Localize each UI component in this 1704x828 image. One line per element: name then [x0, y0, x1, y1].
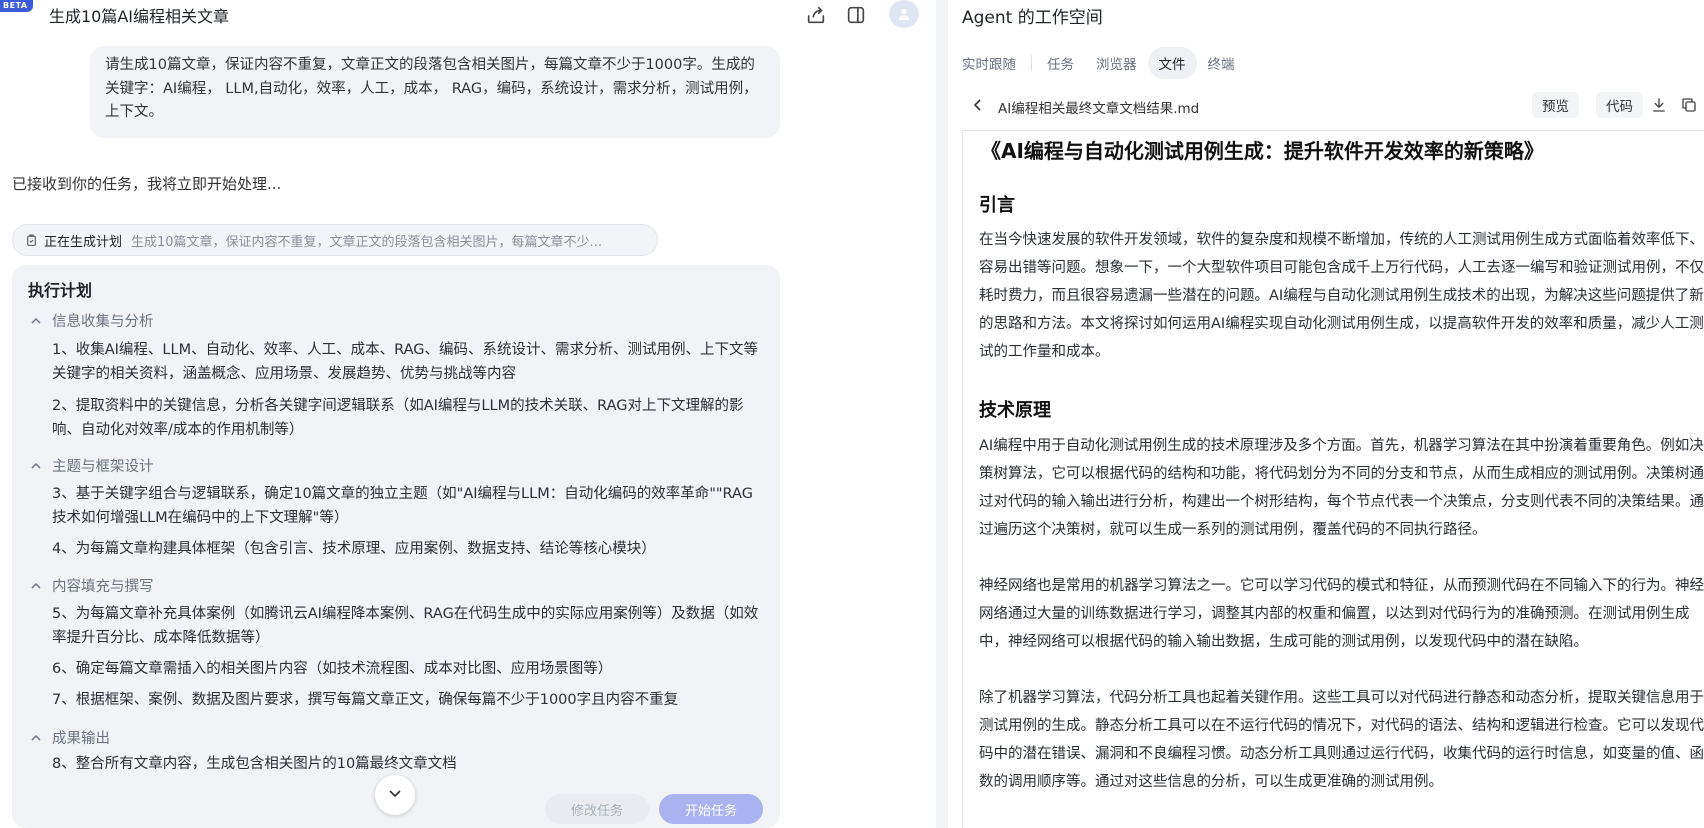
- edit-task-button[interactable]: 修改任务: [545, 794, 649, 824]
- plan-step: 6、确定每篇文章需插入的相关图片内容（如技术流程图、成本对比图、应用场景图等）: [52, 661, 613, 677]
- preview-button[interactable]: 预览: [1532, 92, 1579, 118]
- document-preview: 《AI编程与自动化测试用例生成：提升软件开发效率的新策略》 引言 在当今快速发展…: [962, 130, 1704, 828]
- code-button[interactable]: 代码: [1596, 92, 1643, 118]
- file-toolbar: AI编程相关最终文章文档结果.md 预览 代码: [948, 92, 1704, 120]
- workspace-tabs: 实时跟随 任务 浏览器 文件 终端: [962, 47, 1246, 79]
- phase-header-output[interactable]: 成果输出: [30, 727, 110, 748]
- paragraph-intro: 在当今快速发展的软件开发领域，软件的复杂度和规模不断增加，传统的人工测试用例生成…: [979, 232, 1704, 360]
- phase-title: 主题与框架设计: [52, 459, 154, 475]
- agent-workspace-panel: Agent 的工作空间 实时跟随 任务 浏览器 文件 终端 AI编程相关最终文章…: [948, 0, 1704, 828]
- plan-step: 4、为每篇文章构建具体框架（包含引言、技术原理、应用案例、数据支持、结论等核心模…: [52, 541, 656, 557]
- phase-title: 成果输出: [52, 731, 110, 747]
- chevron-up-icon: [30, 315, 42, 327]
- clipboard-check-icon: [25, 234, 38, 247]
- heading-intro: 引言: [979, 195, 1015, 216]
- tab-browser[interactable]: 浏览器: [1085, 47, 1148, 79]
- chevron-up-icon: [30, 460, 42, 472]
- plan-step: 2、提取资料中的关键信息，分析各关键字间逻辑联系（如AI编程与LLM的技术关联、…: [52, 398, 744, 438]
- phase-header-framework-design[interactable]: 主题与框架设计: [30, 455, 154, 476]
- phase-header-info-collection[interactable]: 信息收集与分析: [30, 310, 154, 331]
- back-arrow-icon[interactable]: [970, 97, 986, 113]
- paragraph-tech-1: AI编程中用于自动化测试用例生成的技术原理涉及多个方面。首先，机器学习算法在其中…: [979, 438, 1704, 538]
- file-name: AI编程相关最终文章文档结果.md: [998, 101, 1200, 117]
- share-icon[interactable]: [805, 4, 827, 26]
- chat-panel: BETA 生成10篇AI编程相关文章 请生成10篇文章，保证内容不重复，文章正文…: [0, 0, 936, 828]
- phase-title: 内容填充与撰写: [52, 579, 154, 595]
- tab-separator: [1031, 55, 1032, 71]
- plan-step: 7、根据框架、案例、数据及图片要求，撰写每篇文章正文，确保每篇不少于1000字且…: [52, 692, 679, 708]
- toggle-panel-icon[interactable]: [845, 4, 867, 26]
- chevron-up-icon: [30, 580, 42, 592]
- tab-tasks[interactable]: 任务: [1036, 47, 1085, 79]
- chevron-down-icon: [387, 785, 403, 805]
- pane-divider[interactable]: [936, 0, 948, 828]
- download-icon[interactable]: [1650, 96, 1668, 114]
- start-task-button[interactable]: 开始任务: [659, 794, 763, 824]
- phase-title: 信息收集与分析: [52, 314, 154, 330]
- plan-step: 8、整合所有文章内容，生成包含相关图片的10篇最终文章文档: [52, 756, 457, 772]
- copy-icon[interactable]: [1680, 96, 1698, 114]
- user-message: 请生成10篇文章，保证内容不重复，文章正文的段落包含相关图片，每篇文章不少于10…: [90, 46, 780, 138]
- paragraph-tech-2: 神经网络也是常用的机器学习算法之一。它可以学习代码的模式和特征，从而预测代码在不…: [979, 578, 1704, 650]
- plan-step: 5、为每篇文章补充具体案例（如腾讯云AI编程降本案例、RAG在代码生成中的实际应…: [52, 606, 759, 646]
- scroll-down-button[interactable]: [375, 775, 415, 815]
- paragraph-tech-3: 除了机器学习算法，代码分析工具也起着关键作用。这些工具可以对代码进行静态和动态分…: [979, 690, 1704, 790]
- plan-title: 执行计划: [28, 281, 93, 300]
- plan-step: 1、收集AI编程、LLM、自动化、效率、人工、成本、RAG、编码、系统设计、需求…: [52, 342, 758, 382]
- heading-tech: 技术原理: [979, 400, 1051, 421]
- tab-live-follow[interactable]: 实时跟随: [962, 47, 1027, 79]
- plan-status-label: 正在生成计划: [44, 234, 123, 250]
- document-title: 《AI编程与自动化测试用例生成：提升软件开发效率的新策略》: [981, 139, 1544, 163]
- plan-status-desc: 生成10篇文章，保证内容不重复，文章正文的段落包含相关图片，每篇文章不少...: [131, 234, 602, 250]
- plan-step: 3、基于关键字组合与逻辑联系，确定10篇文章的独立主题（如"AI编程与LLM：自…: [52, 486, 753, 526]
- tab-terminal[interactable]: 终端: [1197, 47, 1246, 79]
- phase-header-content-writing[interactable]: 内容填充与撰写: [30, 575, 154, 596]
- avatar[interactable]: [889, 0, 919, 28]
- chevron-up-icon: [30, 732, 42, 744]
- assistant-ack-message: 已接收到你的任务，我将立即开始处理...: [12, 175, 282, 193]
- conversation-title[interactable]: 生成10篇AI编程相关文章: [49, 3, 229, 27]
- tab-files[interactable]: 文件: [1147, 47, 1197, 79]
- workspace-title: Agent 的工作空间: [962, 8, 1103, 28]
- execution-plan-card: 执行计划 信息收集与分析 1、收集AI编程、LLM、自动化、效率、人工、成本、R…: [12, 265, 780, 828]
- chat-header: 生成10篇AI编程相关文章: [0, 0, 936, 28]
- plan-status-pill[interactable]: 正在生成计划 生成10篇文章，保证内容不重复，文章正文的段落包含相关图片，每篇文…: [12, 224, 658, 256]
